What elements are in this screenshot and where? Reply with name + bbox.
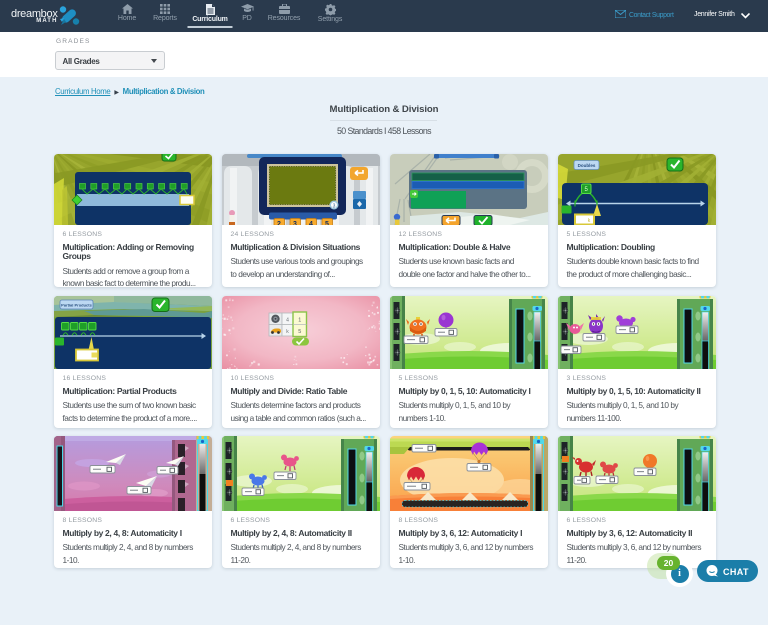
svg-text:3: 3 [333,204,336,210]
svg-text:4: 4 [286,318,289,324]
svg-text:1: 1 [298,318,301,324]
svg-text:5: 5 [298,329,301,335]
svg-text:4: 4 [309,221,313,225]
svg-text:5: 5 [325,221,329,225]
svg-text:Doubles: Doubles [578,163,596,168]
svg-text:3: 3 [293,221,297,225]
svg-text:Partial Products: Partial Products [61,303,92,308]
svg-text:2: 2 [277,221,281,225]
